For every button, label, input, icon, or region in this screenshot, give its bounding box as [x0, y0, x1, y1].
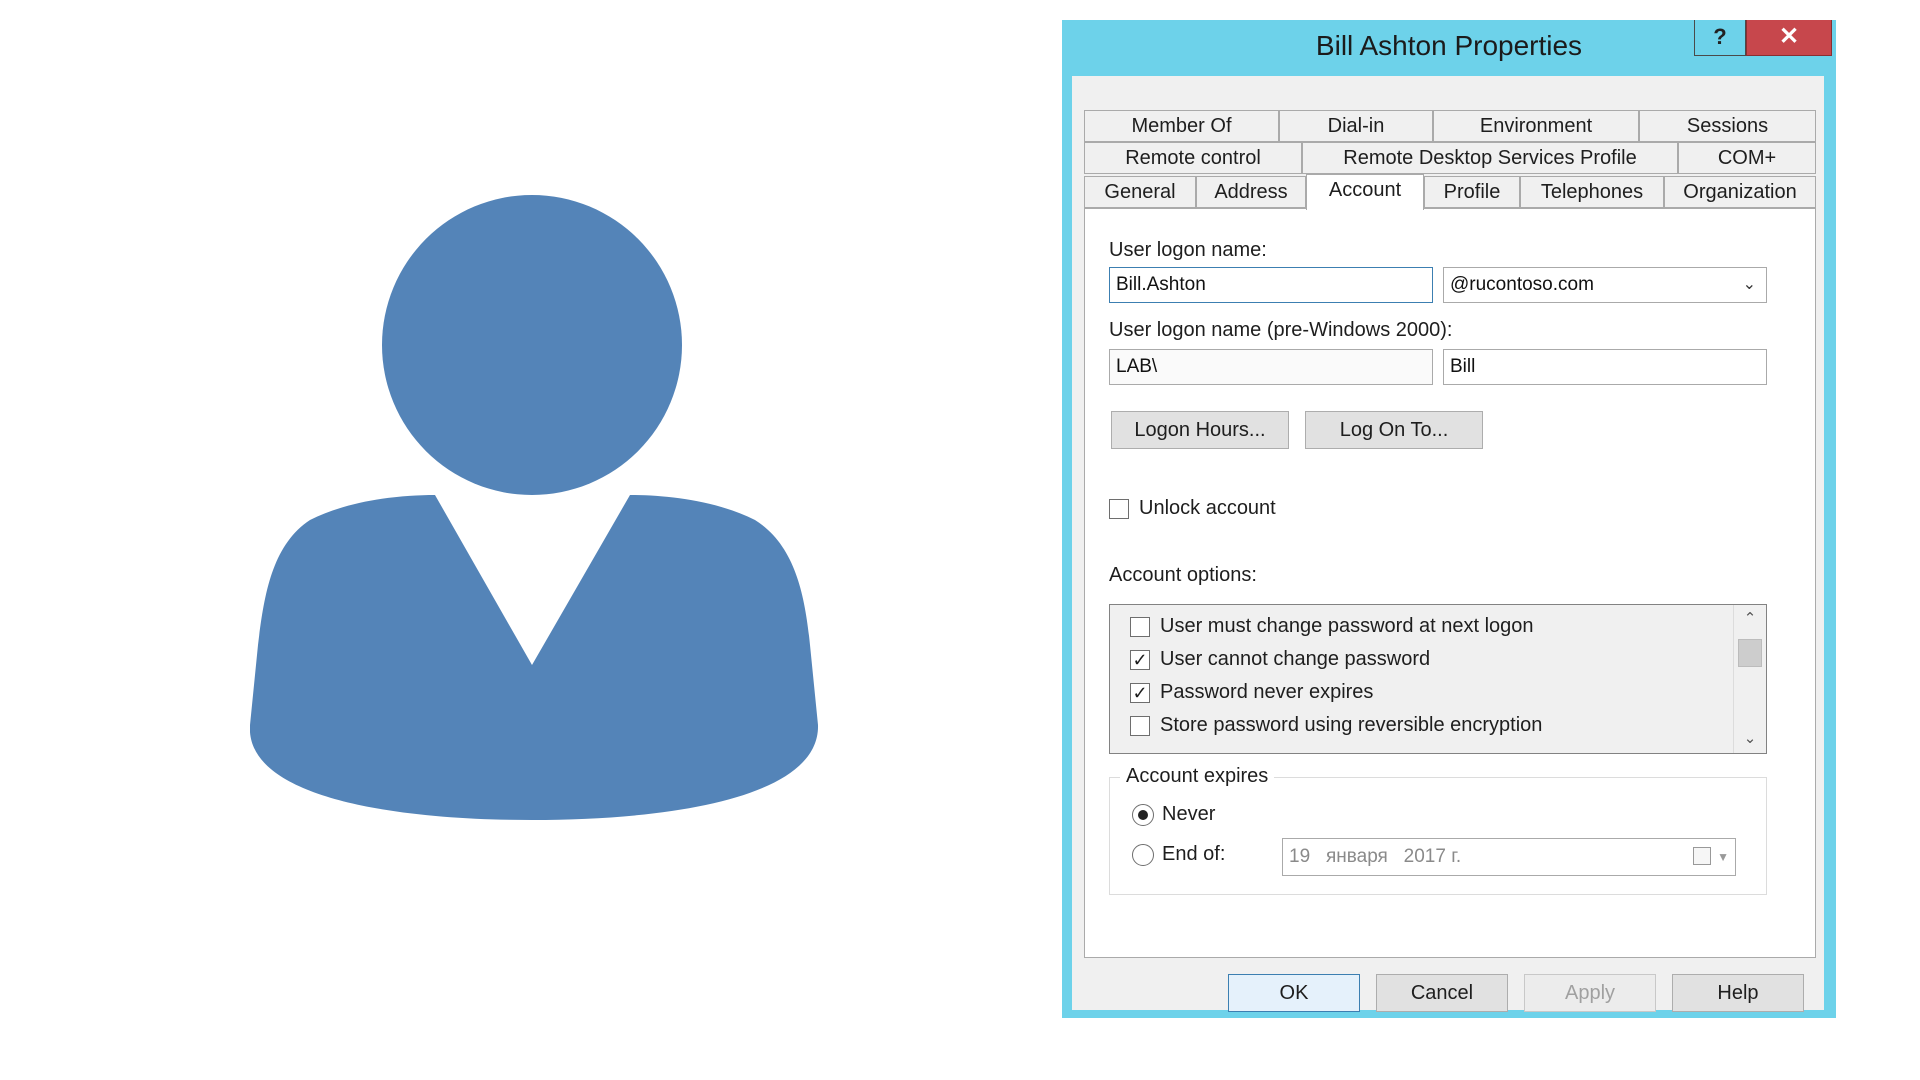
radio-selected-dot: [1138, 810, 1148, 820]
end-of-radio[interactable]: [1132, 844, 1154, 866]
tab-organization[interactable]: Organization: [1664, 176, 1816, 208]
account-expires-group: Account expires Never End of: 19 января …: [1109, 765, 1767, 895]
cancel-button[interactable]: Cancel: [1376, 974, 1508, 1012]
pre2000-label: User logon name (pre-Windows 2000):: [1109, 319, 1453, 341]
logon-name-label: User logon name:: [1109, 239, 1267, 261]
option-checkbox-cannot-change[interactable]: ✓: [1130, 650, 1150, 670]
option-checkbox-reversible[interactable]: [1130, 716, 1150, 736]
domain-suffix-select[interactable]: @rucontoso.com ⌄: [1443, 267, 1767, 303]
tab-member-of[interactable]: Member Of: [1084, 110, 1279, 142]
chevron-down-icon: ⌄: [1742, 276, 1756, 293]
apply-button[interactable]: Apply: [1524, 974, 1656, 1012]
logon-hours-button[interactable]: Logon Hours...: [1111, 411, 1289, 449]
tab-com-plus[interactable]: COM+: [1678, 142, 1816, 174]
options-scrollbar[interactable]: ⌃ ⌄: [1733, 605, 1766, 753]
list-item[interactable]: Store password using reversible encrypti…: [1130, 714, 1720, 740]
user-avatar-icon: [250, 195, 819, 820]
account-panel: User logon name: Bill.Ashton @rucontoso.…: [1084, 208, 1816, 958]
domain-suffix-value: @rucontoso.com: [1450, 274, 1594, 295]
tab-environment[interactable]: Environment: [1433, 110, 1639, 142]
option-label: User must change password at next logon: [1160, 615, 1534, 637]
tab-remote-control[interactable]: Remote control: [1084, 142, 1302, 174]
dialog-body: Member Of Dial-in Environment Sessions R…: [1072, 76, 1824, 1012]
avatar-body: [250, 495, 819, 820]
scroll-thumb[interactable]: [1738, 639, 1762, 667]
never-radio[interactable]: [1132, 804, 1154, 826]
end-of-date-value: 19 января 2017 г.: [1289, 846, 1462, 867]
properties-window: Bill Ashton Properties ? ✕ Member Of Dia…: [1062, 20, 1836, 1018]
avatar-head: [382, 195, 682, 495]
pre2000-domain-field: LAB\: [1109, 349, 1433, 385]
end-of-date-picker[interactable]: 19 января 2017 г. ▼: [1282, 838, 1736, 876]
ok-button[interactable]: OK: [1228, 974, 1360, 1012]
calendar-icon[interactable]: [1693, 847, 1711, 865]
end-of-label: End of:: [1162, 843, 1226, 865]
tab-telephones[interactable]: Telephones: [1520, 176, 1664, 208]
chevron-down-icon[interactable]: ▼: [1717, 839, 1729, 875]
never-label: Never: [1162, 803, 1216, 825]
account-options-list[interactable]: User must change password at next logon …: [1109, 604, 1767, 754]
list-item[interactable]: User must change password at next logon: [1130, 615, 1720, 641]
option-checkbox-never-expires[interactable]: ✓: [1130, 683, 1150, 703]
account-expires-title: Account expires: [1120, 765, 1275, 788]
unlock-account-label: Unlock account: [1139, 497, 1276, 519]
scroll-up-icon[interactable]: ⌃: [1734, 605, 1766, 633]
tab-dial-in[interactable]: Dial-in: [1279, 110, 1433, 142]
tab-general[interactable]: General: [1084, 176, 1196, 208]
list-item[interactable]: ✓ Password never expires: [1130, 681, 1720, 707]
close-button[interactable]: ✕: [1746, 20, 1832, 56]
log-on-to-button[interactable]: Log On To...: [1305, 411, 1483, 449]
option-label: Password never expires: [1160, 681, 1374, 703]
option-label: Store password using reversible encrypti…: [1160, 714, 1543, 736]
scroll-down-icon[interactable]: ⌄: [1734, 725, 1766, 753]
tab-account[interactable]: Account: [1306, 174, 1424, 210]
pre2000-user-input[interactable]: Bill: [1443, 349, 1767, 385]
help-button[interactable]: Help: [1672, 974, 1804, 1012]
tab-address[interactable]: Address: [1196, 176, 1306, 208]
title-bar: Bill Ashton Properties ? ✕: [1062, 20, 1836, 70]
unlock-account-checkbox[interactable]: [1109, 499, 1129, 519]
logon-name-input[interactable]: Bill.Ashton: [1109, 267, 1433, 303]
option-label: User cannot change password: [1160, 648, 1431, 670]
tab-profile[interactable]: Profile: [1424, 176, 1520, 208]
account-options-label: Account options:: [1109, 564, 1257, 586]
option-checkbox-must-change[interactable]: [1130, 617, 1150, 637]
tab-sessions[interactable]: Sessions: [1639, 110, 1816, 142]
tab-rds-profile[interactable]: Remote Desktop Services Profile: [1302, 142, 1678, 174]
list-item[interactable]: ✓ User cannot change password: [1130, 648, 1720, 674]
help-title-button[interactable]: ?: [1694, 20, 1746, 56]
